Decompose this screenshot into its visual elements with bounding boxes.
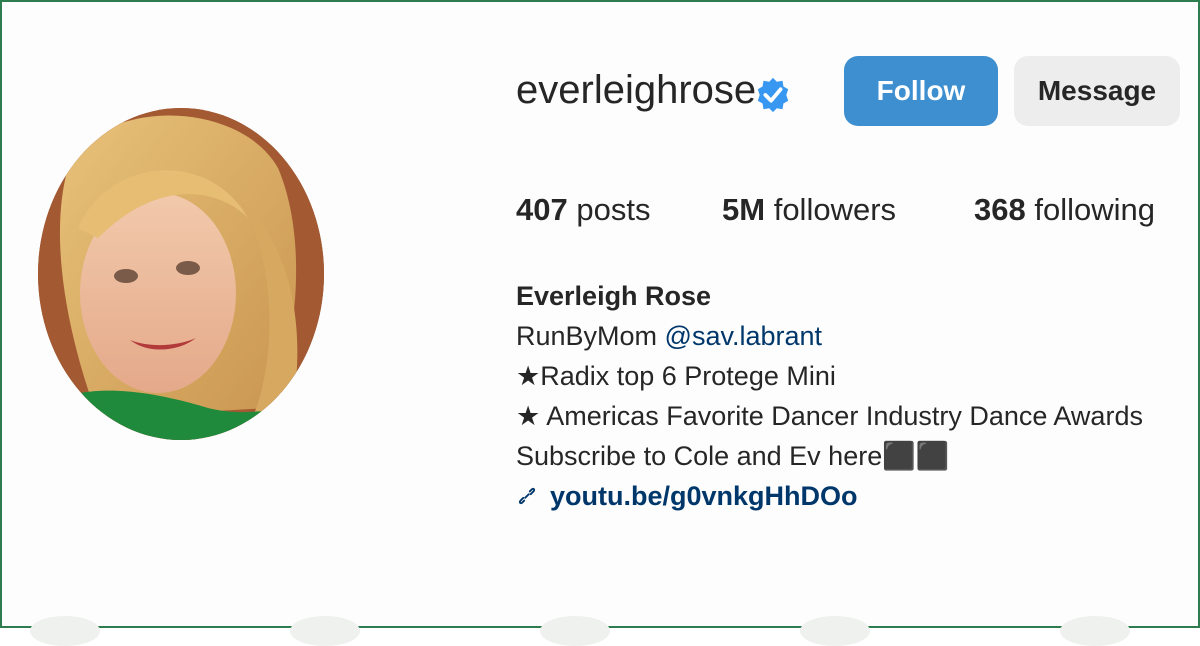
bio-line-1-text: RunByMom bbox=[516, 321, 665, 351]
avatar-image bbox=[38, 108, 324, 440]
following-label: following bbox=[1034, 192, 1155, 227]
posts-stat[interactable]: 407 posts bbox=[516, 192, 650, 228]
display-name: Everleigh Rose bbox=[516, 281, 712, 311]
bio-line-2: ★Radix top 6 Protege Mini bbox=[516, 361, 836, 391]
bio-line-3: ★ Americas Favorite Dancer Industry Danc… bbox=[516, 401, 1143, 431]
highlight-bubble[interactable] bbox=[290, 616, 360, 646]
followers-count: 5M bbox=[722, 192, 766, 227]
highlight-bubble[interactable] bbox=[30, 616, 100, 646]
followers-stat[interactable]: 5M followers bbox=[722, 192, 896, 228]
highlight-bubble[interactable] bbox=[800, 616, 870, 646]
bio-line-4: Subscribe to Cole and Ev here⬛⬛ bbox=[516, 441, 950, 471]
bio-link-row[interactable]: youtu.be/g0vnkgHhDOo bbox=[516, 476, 1143, 516]
follow-button[interactable]: Follow bbox=[844, 56, 998, 126]
mention-link[interactable]: @sav.labrant bbox=[665, 321, 822, 351]
highlights-row bbox=[0, 612, 1196, 646]
following-count: 368 bbox=[974, 192, 1026, 227]
highlight-bubble[interactable] bbox=[1060, 616, 1130, 646]
highlight-bubble[interactable] bbox=[540, 616, 610, 646]
profile-avatar[interactable] bbox=[38, 108, 324, 440]
following-stat[interactable]: 368 following bbox=[974, 192, 1155, 228]
posts-label: posts bbox=[576, 192, 651, 227]
bio-link[interactable]: youtu.be/g0vnkgHhDOo bbox=[550, 481, 858, 511]
posts-count: 407 bbox=[516, 192, 568, 227]
verified-badge-icon bbox=[757, 77, 789, 113]
message-button[interactable]: Message bbox=[1014, 56, 1180, 126]
username: everleighrose bbox=[516, 68, 757, 112]
profile-bio: Everleigh Rose RunByMom @sav.labrant ★Ra… bbox=[516, 276, 1143, 516]
bio-line-1: RunByMom @sav.labrant bbox=[516, 316, 1143, 356]
link-icon bbox=[518, 487, 536, 505]
followers-label: followers bbox=[773, 192, 897, 227]
